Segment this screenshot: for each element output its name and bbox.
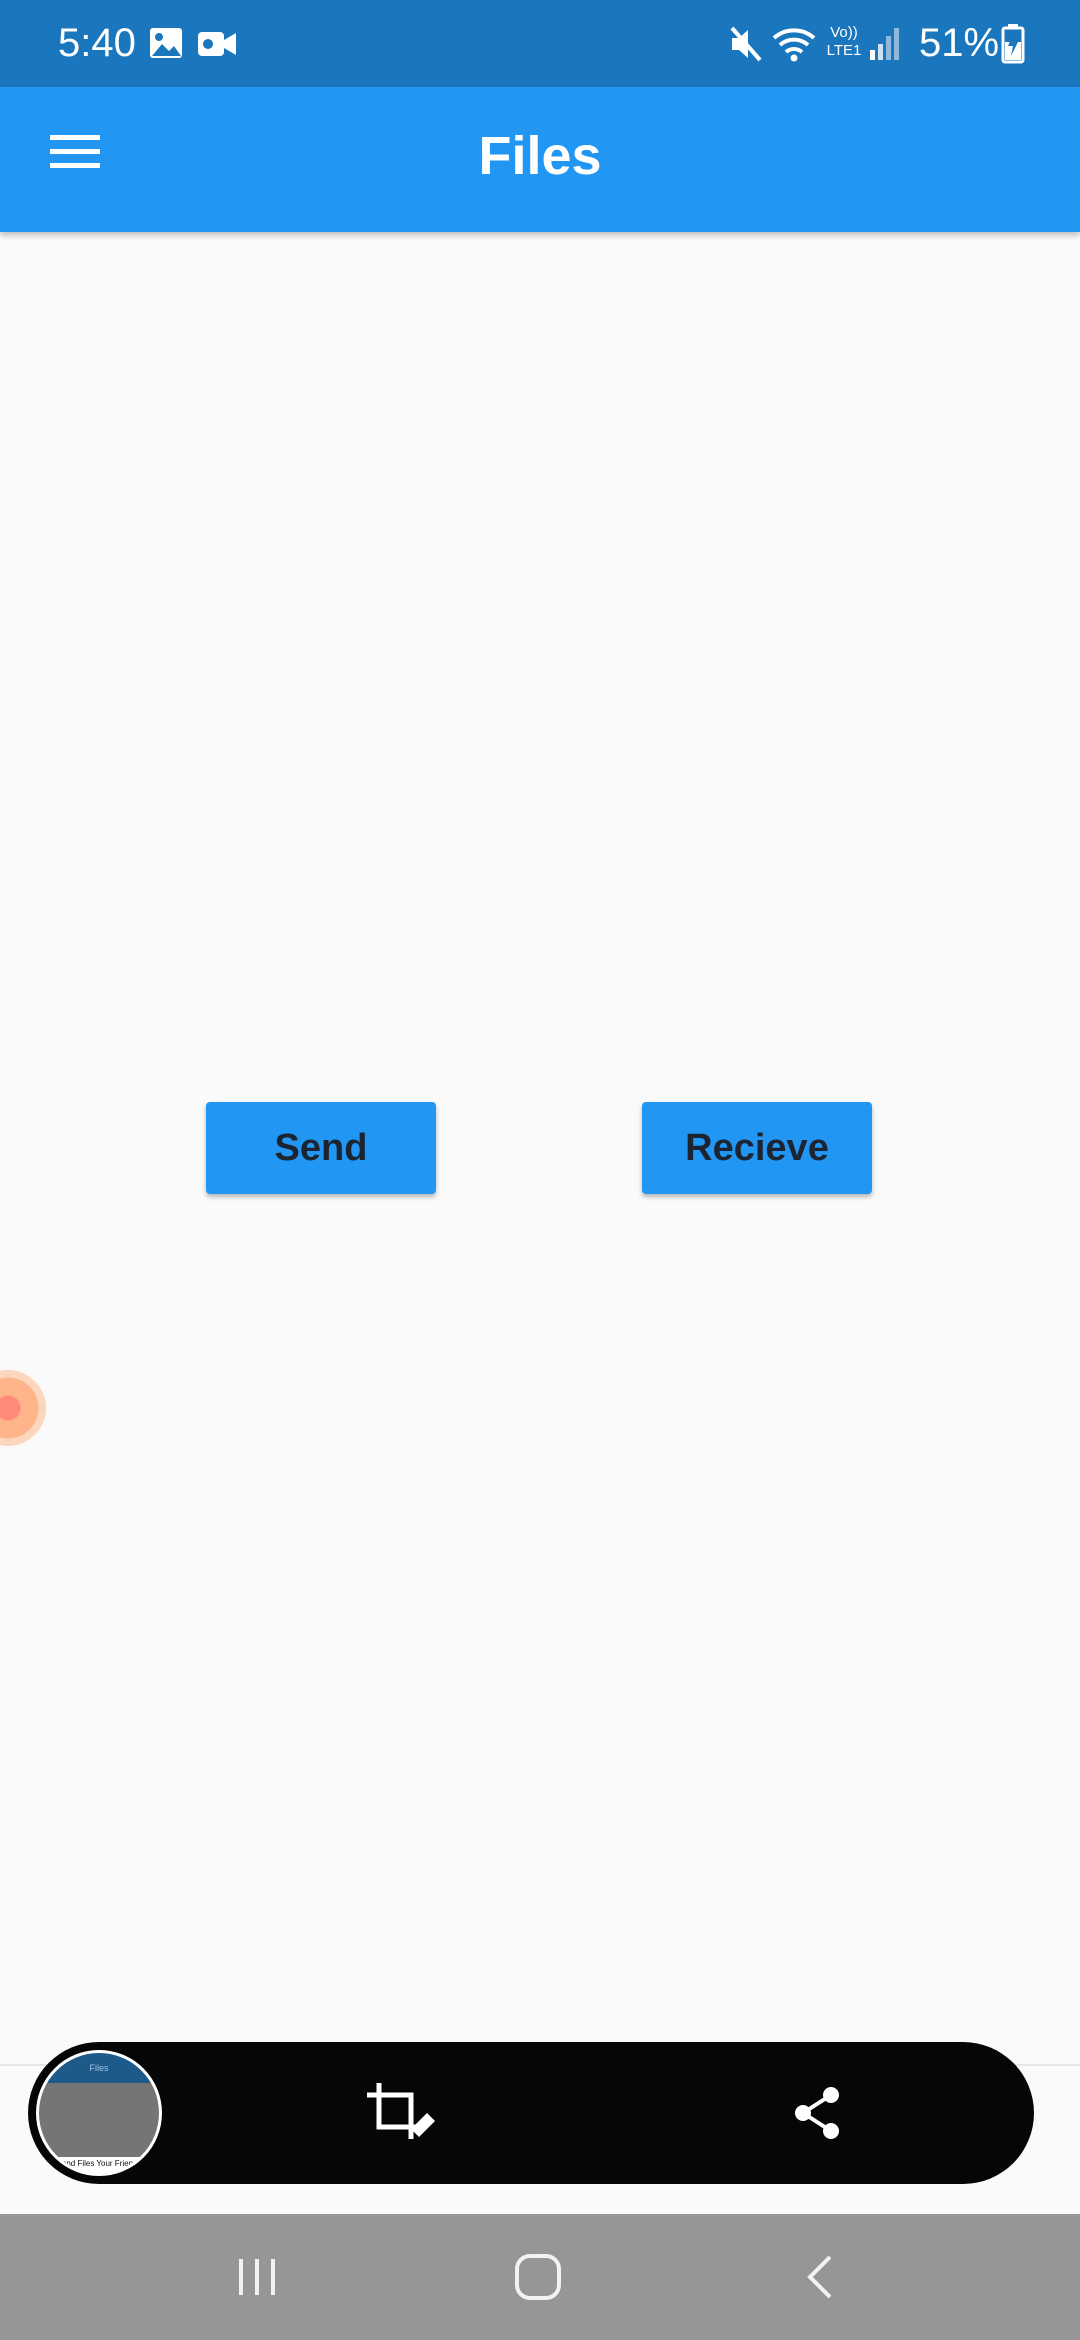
- thumbnail-title: Files: [39, 2053, 159, 2083]
- recents-icon: [239, 2259, 275, 2295]
- app-bar: Files: [0, 87, 1080, 232]
- share-button[interactable]: [777, 2073, 857, 2153]
- screenshot-thumbnail[interactable]: Files Send Files Your Friends: [36, 2050, 162, 2176]
- home-icon: [515, 2254, 561, 2300]
- network-type-label: Vo)) LTE1: [820, 24, 868, 64]
- video-camera-icon: [198, 32, 236, 56]
- lte-label: LTE1: [826, 42, 862, 59]
- battery-percent: 51%: [919, 21, 1000, 65]
- recents-button[interactable]: [217, 2237, 297, 2317]
- share-icon: [795, 2087, 839, 2139]
- phone-screen: 5:40 Vo)) LTE1 51% Files Send Recieve Fi…: [0, 0, 1080, 2340]
- crop-edit-button[interactable]: [361, 2073, 441, 2153]
- floating-assistive-button[interactable]: [0, 1370, 46, 1446]
- gallery-icon: [150, 28, 182, 58]
- screenshot-toolbar: Files Send Files Your Friends: [28, 2042, 1034, 2184]
- volte-label: Vo)): [830, 24, 858, 41]
- back-icon: [807, 2255, 832, 2299]
- send-button[interactable]: Send: [206, 1102, 436, 1194]
- navigation-bar: [0, 2214, 1080, 2340]
- thumbnail-caption: Send Files Your Friends: [39, 2157, 159, 2173]
- back-button[interactable]: [780, 2237, 860, 2317]
- battery-charging-icon: [1001, 24, 1025, 64]
- status-bar: 5:40 Vo)) LTE1 51%: [0, 0, 1080, 87]
- receive-button[interactable]: Recieve: [642, 1102, 872, 1194]
- status-time: 5:40: [58, 21, 136, 65]
- wifi-icon: [772, 28, 816, 62]
- app-title: Files: [478, 126, 602, 186]
- crop-edit-icon: [367, 2083, 435, 2139]
- home-button[interactable]: [498, 2237, 578, 2317]
- mute-icon: [730, 26, 762, 62]
- thumbnail-body: [39, 2083, 159, 2157]
- signal-icon: [870, 28, 899, 60]
